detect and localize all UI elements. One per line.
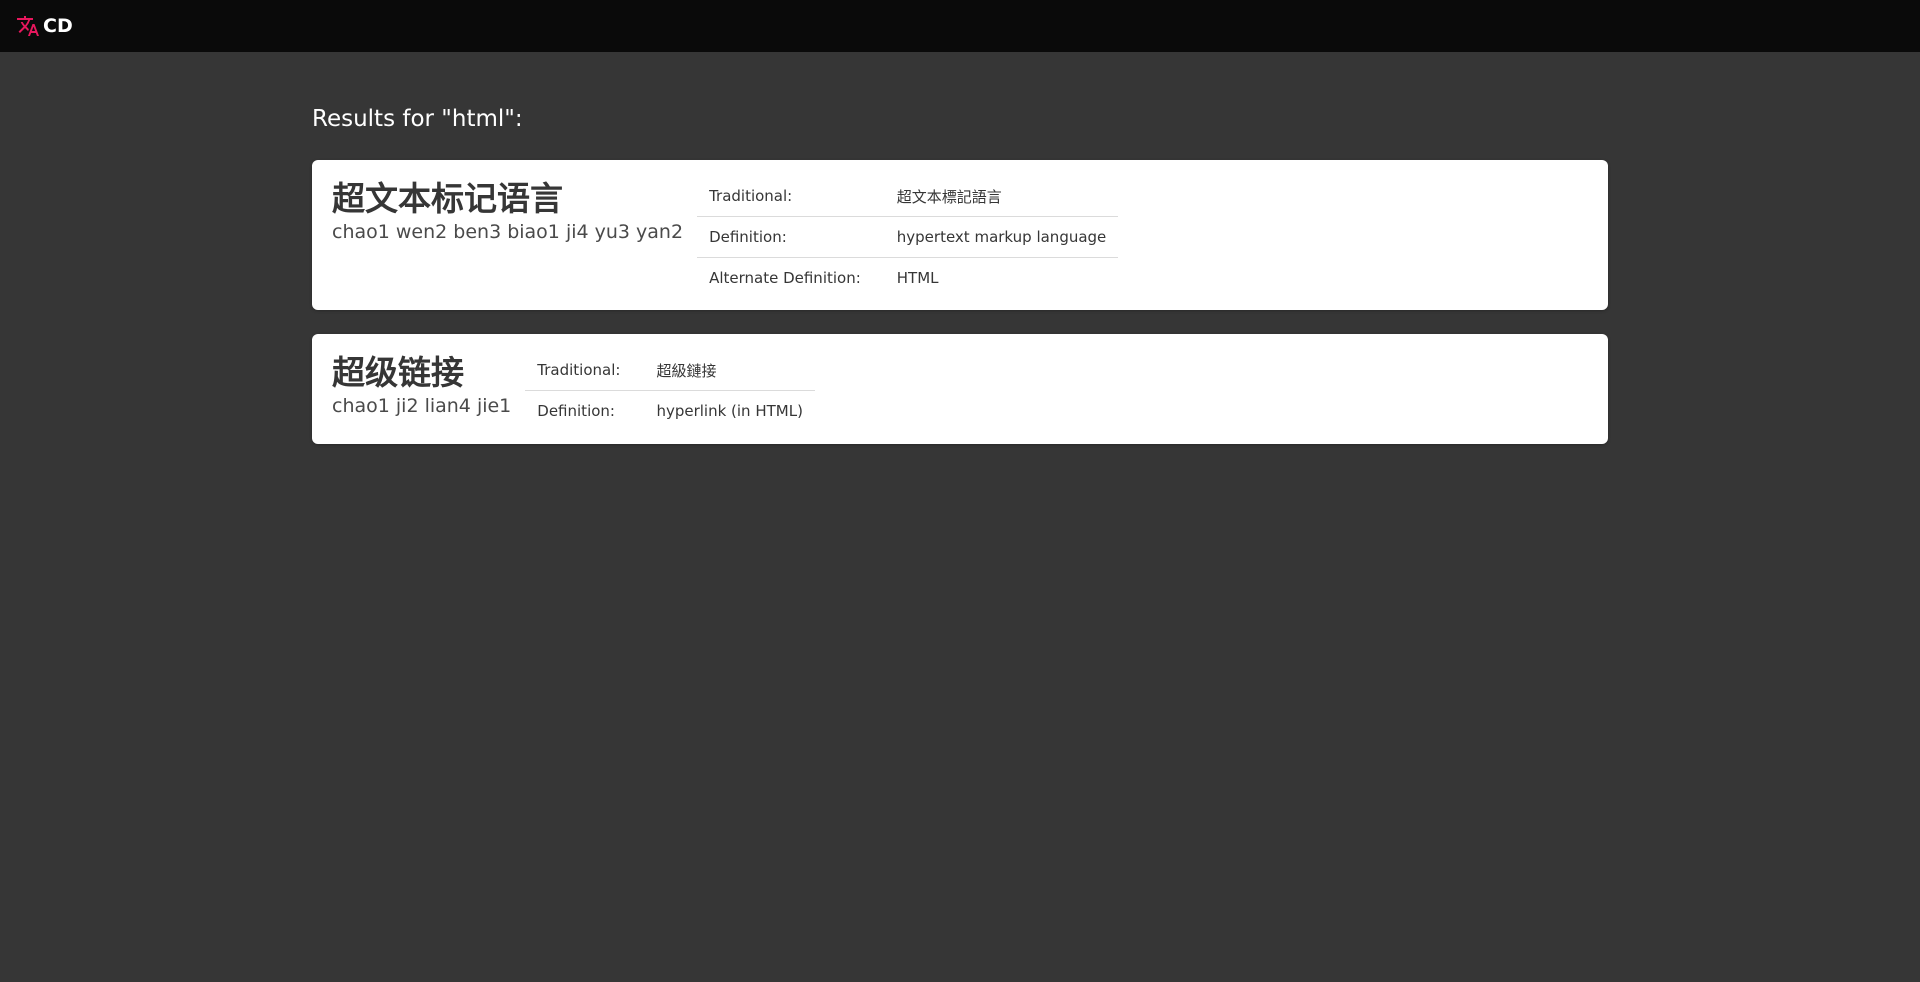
table-row: Traditional: 超文本標記語言: [697, 176, 1119, 217]
row-label: Definition:: [697, 216, 885, 258]
translate-icon: [16, 14, 40, 38]
simplified-word: 超文本标记语言: [332, 179, 563, 218]
table-row: Traditional: 超級鏈接: [525, 350, 815, 391]
row-label: Definition:: [537, 402, 615, 420]
result-card[interactable]: 超文本标记语言 chao1 wen2 ben3 biao1 ji4 yu3 ya…: [312, 160, 1608, 310]
table-row: Alternate Definition: HTML: [697, 258, 1118, 299]
row-value: 超級鏈接: [644, 350, 815, 391]
word-headword: 超级链接 chao1 ji2 lian4 jie1: [332, 354, 511, 418]
pinyin: chao1 wen2 ben3 biao1 ji4 yu3 yan2: [332, 221, 684, 243]
row-label: Alternate Definition:: [709, 269, 861, 287]
results-list: 超文本标记语言 chao1 wen2 ben3 biao1 ji4 yu3 ya…: [312, 160, 1608, 444]
row-value: 超文本標記語言: [884, 176, 1119, 217]
results-heading: Results for "html":: [312, 106, 523, 132]
row-label: Traditional:: [525, 350, 645, 391]
simplified-word: 超级链接: [332, 353, 464, 392]
brand-home-link[interactable]: CD: [16, 14, 73, 38]
entry-details-table: Traditional: 超級鏈接 Definition: hyperlink …: [525, 350, 815, 431]
table-row: Definition: hyperlink (in HTML): [525, 391, 815, 432]
row-value: hypertext markup language: [884, 216, 1119, 258]
pinyin: chao1 ji2 lian4 jie1: [332, 395, 512, 417]
entry-details-table: Traditional: 超文本標記語言 Definition: hyperte…: [697, 176, 1119, 299]
row-value: HTML: [896, 269, 939, 287]
row-value: hyperlink (in HTML): [656, 402, 803, 420]
top-navbar: CD: [0, 0, 1920, 52]
table-row: Definition: hypertext markup language: [697, 216, 1119, 258]
brand-name: CD: [43, 15, 73, 37]
result-card[interactable]: 超级链接 chao1 ji2 lian4 jie1 Traditional: 超…: [312, 334, 1608, 444]
word-headword: 超文本标记语言 chao1 wen2 ben3 biao1 ji4 yu3 ya…: [332, 180, 683, 244]
row-label: Traditional:: [697, 176, 885, 217]
main-content: Results for "html": 超文本标记语言 chao1 wen2 b…: [312, 52, 1608, 468]
